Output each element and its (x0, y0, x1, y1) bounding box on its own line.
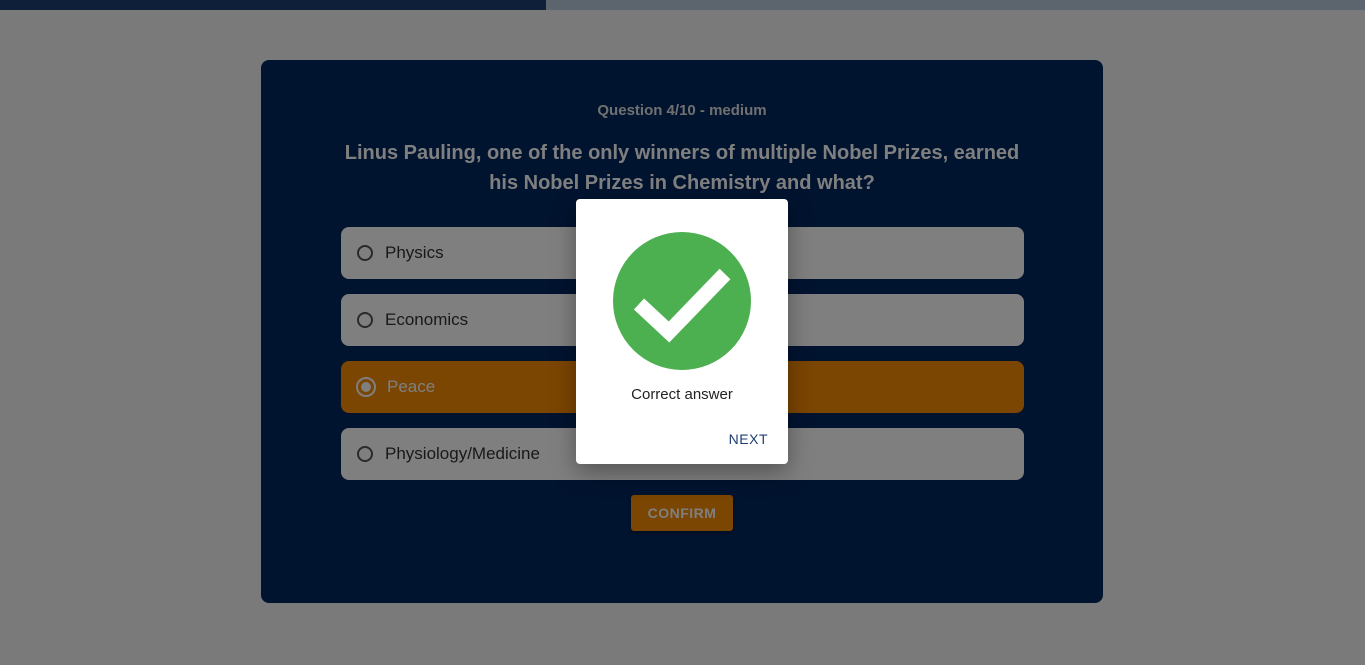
next-button[interactable]: NEXT (723, 427, 774, 451)
result-message: Correct answer (631, 386, 733, 403)
check-circle-icon (613, 232, 751, 370)
result-dialog: Correct answer NEXT (576, 199, 788, 464)
